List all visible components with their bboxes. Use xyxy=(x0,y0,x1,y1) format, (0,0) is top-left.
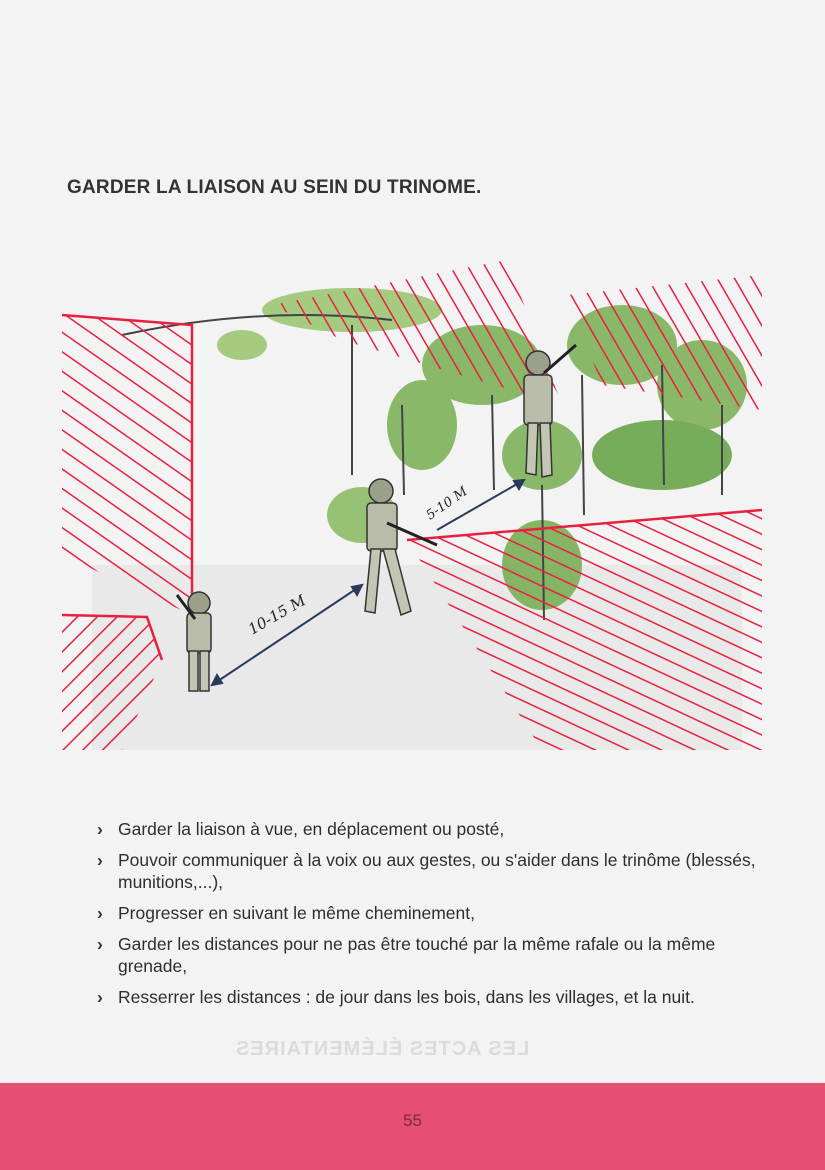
bleed-through-text: LES ACTES ÉLÉMENTAIRES xyxy=(235,1038,530,1060)
list-item: › Garder la liaison à vue, en déplacement… xyxy=(97,819,505,839)
list-item: › Progresser en suivant le même chemineme… xyxy=(97,903,475,923)
chevron-right-icon: › xyxy=(97,903,103,923)
chevron-right-icon: › xyxy=(97,934,103,954)
chevron-right-icon: › xyxy=(97,987,103,1007)
guidance-list: › Garder la liaison à vue, en déplacement… xyxy=(97,818,762,1017)
hatched-zone-top-right xyxy=(567,275,762,410)
chevron-right-icon: › xyxy=(97,819,103,839)
list-item: › Pouvoir communiquer à la voix ou aux ge… xyxy=(97,850,756,892)
page-title: GARDER LA LIAISON AU SEIN DU TRINOME. xyxy=(67,177,482,198)
distance-label-5-10: 5-10 M xyxy=(424,484,471,523)
hatched-zone-left xyxy=(62,315,192,615)
page-number: 55 xyxy=(403,1111,422,1130)
list-item: › Garder les distances pour ne pas être t… xyxy=(97,934,716,976)
trinome-illustration: 10-15 M 5-10 M xyxy=(62,255,762,750)
list-item: › Resserrer les distances : de jour dans … xyxy=(97,987,695,1007)
chevron-right-icon: › xyxy=(97,850,103,870)
